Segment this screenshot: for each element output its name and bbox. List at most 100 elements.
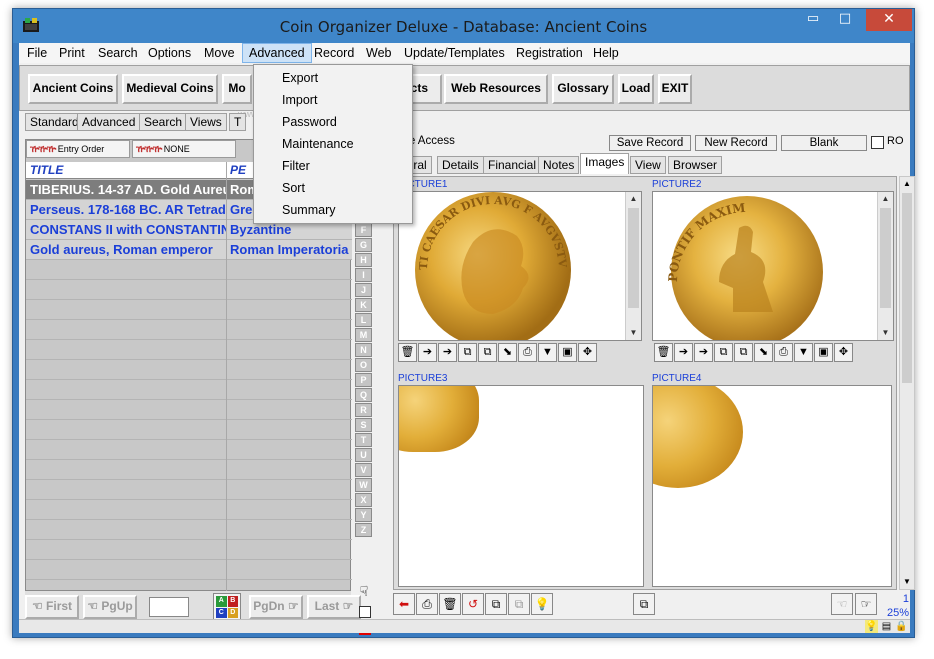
web-resources-button[interactable]: Web Resources (444, 74, 548, 104)
scroll-thumb[interactable] (880, 208, 891, 308)
table-row[interactable] (26, 320, 352, 340)
tab-browser[interactable]: Browser (668, 156, 723, 174)
menu-move[interactable]: Move (198, 43, 241, 63)
tab-images[interactable]: Images (580, 153, 630, 174)
export-image-icon[interactable]: ⬊ (498, 343, 517, 362)
move-image-icon[interactable]: ✥ (578, 343, 597, 362)
menu-sort[interactable]: Sort (254, 177, 412, 199)
menu-advanced[interactable]: Advanced (242, 43, 312, 63)
sort-none-button[interactable]: ዅዅዅ NONE (132, 140, 236, 158)
table-row[interactable] (26, 560, 352, 580)
picture2-frame[interactable]: PONTIF MAXIM ▲ ▼ (652, 191, 894, 341)
minimize-button[interactable]: ▭ (796, 9, 830, 31)
menu-print[interactable]: Print (53, 43, 91, 63)
save-record-button[interactable]: Save Record (609, 135, 691, 151)
alpha-v[interactable]: V (355, 463, 372, 477)
alpha-z[interactable]: Z (355, 523, 372, 537)
alpha-x[interactable]: X (355, 493, 372, 507)
paste-record-icon[interactable]: ⧉ (508, 593, 530, 615)
document-icon[interactable]: ▤ (880, 620, 893, 633)
copy-image-icon[interactable]: ⧉ (458, 343, 477, 362)
table-row[interactable] (26, 420, 352, 440)
table-row[interactable] (26, 280, 352, 300)
menu-summary[interactable]: Summary (254, 199, 412, 221)
scroll-down-icon[interactable]: ▼ (626, 326, 641, 340)
blank-button[interactable]: Blank (781, 135, 867, 151)
paste-image-icon[interactable]: ➔ (438, 343, 457, 362)
scan-image-icon[interactable]: ⧉ (734, 343, 753, 362)
picture2-scrollbar[interactable]: ▲ ▼ (877, 192, 893, 340)
view-image-icon[interactable]: ▣ (558, 343, 577, 362)
alpha-n[interactable]: N (355, 343, 372, 357)
tab-view[interactable]: View (630, 156, 666, 174)
spreadsheet-view-icon[interactable]: AB CD (213, 593, 241, 621)
table-row[interactable] (26, 480, 352, 500)
menu-maintenance[interactable]: Maintenance (254, 133, 412, 155)
lightbulb-icon[interactable]: 💡 (865, 620, 878, 633)
alpha-q[interactable]: Q (355, 388, 372, 402)
scroll-down-icon[interactable]: ▼ (900, 575, 914, 589)
menu-filter[interactable]: Filter (254, 155, 412, 177)
alpha-r[interactable]: R (355, 403, 372, 417)
copy-image-icon[interactable]: ⧉ (714, 343, 733, 362)
filter-image-icon[interactable]: ▼ (794, 343, 813, 362)
print-image-icon[interactable]: ⎙ (774, 343, 793, 362)
title-bar[interactable]: Coin Organizer Deluxe - Database: Ancien… (13, 9, 914, 43)
tab-advanced[interactable]: Advanced (77, 113, 141, 131)
tab-t[interactable]: T (229, 113, 247, 131)
view-image-icon[interactable]: ▣ (814, 343, 833, 362)
medieval-coins-button[interactable]: Medieval Coins (122, 74, 218, 104)
alpha-g[interactable]: G (355, 238, 372, 252)
menu-update-templates[interactable]: Update/Templates (398, 43, 511, 63)
column-second[interactable]: PE (230, 163, 246, 177)
scroll-up-icon[interactable]: ▲ (878, 192, 893, 206)
close-button[interactable]: ✕ (866, 9, 912, 31)
pgdn-button[interactable]: PgDn ☞ (249, 595, 303, 619)
picture4-frame[interactable] (652, 385, 892, 587)
alpha-t[interactable]: T (355, 433, 372, 447)
scroll-up-icon[interactable]: ▲ (626, 192, 641, 206)
copy-record-icon[interactable]: ⧉ (485, 593, 507, 615)
glossary-button[interactable]: Glossary (552, 74, 614, 104)
last-button[interactable]: Last ☞ (307, 595, 361, 619)
export-record-icon[interactable]: ⧉ (633, 593, 655, 615)
alpha-o[interactable]: O (355, 358, 372, 372)
table-row[interactable]: Gold aureus, Roman emperor Roman Imperat… (26, 240, 352, 260)
table-row[interactable] (26, 380, 352, 400)
alpha-f[interactable]: F (355, 223, 372, 237)
filter-image-icon[interactable]: ▼ (538, 343, 557, 362)
tab-standard[interactable]: Standard (25, 113, 84, 131)
table-row[interactable] (26, 260, 352, 280)
alpha-l[interactable]: L (355, 313, 372, 327)
menu-password[interactable]: Password (254, 111, 412, 133)
import-image-icon[interactable]: ➔ (674, 343, 693, 362)
tab-financial[interactable]: Financial (483, 156, 542, 174)
tab-views[interactable]: Views (185, 113, 227, 131)
delete-image-icon[interactable]: 🗑 (398, 343, 417, 362)
paste-image-icon[interactable]: ➔ (694, 343, 713, 362)
hand-down-icon[interactable]: ☟ (355, 583, 373, 601)
table-row[interactable] (26, 520, 352, 540)
alpha-w[interactable]: W (355, 478, 372, 492)
picture1-scrollbar[interactable]: ▲ ▼ (625, 192, 641, 340)
delete-image-icon[interactable]: 🗑 (654, 343, 673, 362)
record-jump-input[interactable] (149, 597, 189, 617)
print-image-icon[interactable]: ⎙ (518, 343, 537, 362)
alpha-checkbox[interactable] (359, 606, 371, 618)
move-image-icon[interactable]: ✥ (834, 343, 853, 362)
scroll-thumb[interactable] (902, 193, 912, 383)
table-row[interactable] (26, 400, 352, 420)
read-only-checkbox[interactable] (871, 136, 884, 149)
back-arrow-icon[interactable]: ⬅ (393, 593, 415, 615)
table-row[interactable] (26, 460, 352, 480)
alpha-j[interactable]: J (355, 283, 372, 297)
exit-button[interactable]: EXIT (658, 74, 692, 104)
images-scrollbar[interactable]: ▲ ▼ (899, 176, 915, 590)
menu-record[interactable]: Record (308, 43, 360, 63)
scroll-down-icon[interactable]: ▼ (878, 326, 893, 340)
lock-icon[interactable]: 🔒 (895, 620, 908, 633)
next-image-icon[interactable]: ☞ (855, 593, 877, 615)
export-image-icon[interactable]: ⬊ (754, 343, 773, 362)
menu-file[interactable]: File (21, 43, 53, 63)
tab-search[interactable]: Search (139, 113, 188, 131)
